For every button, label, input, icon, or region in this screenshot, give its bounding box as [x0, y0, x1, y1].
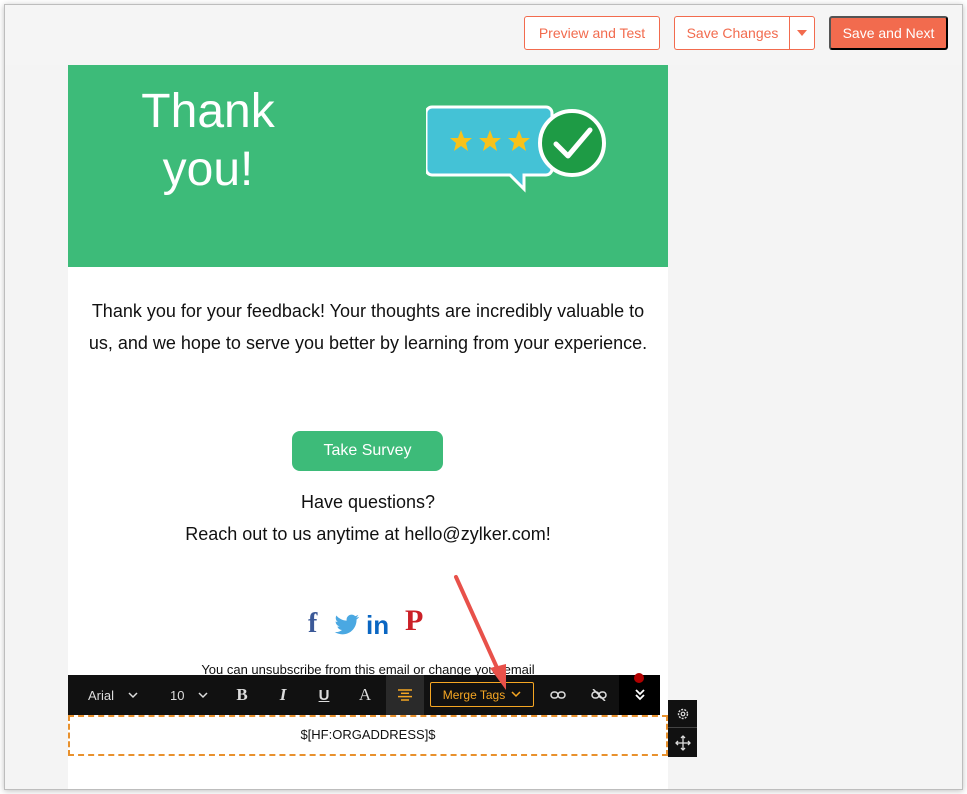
block-side-tools: [668, 700, 697, 757]
italic-button[interactable]: I: [269, 675, 297, 715]
selected-footer-block[interactable]: $[HF:ORGADDRESS]$: [68, 715, 668, 756]
facebook-icon[interactable]: f: [308, 608, 317, 640]
link-icon: [550, 691, 566, 699]
feedback-message[interactable]: Thank you for your feedback! Your though…: [88, 295, 648, 359]
align-center-icon: [398, 689, 412, 701]
take-survey-button[interactable]: Take Survey: [292, 431, 443, 471]
notification-dot: [634, 673, 644, 683]
hero-title: Thank you!: [141, 85, 275, 196]
social-links: f in P: [302, 604, 432, 641]
font-size-select[interactable]: 10: [170, 675, 208, 715]
font-family-select[interactable]: Arial: [88, 675, 138, 715]
save-options-dropdown[interactable]: [789, 16, 815, 50]
pinterest-icon[interactable]: P: [405, 604, 423, 638]
font-value: Arial: [88, 687, 115, 703]
chevron-down-icon: [128, 691, 138, 698]
text-color-button[interactable]: A: [351, 675, 379, 715]
insert-link-button[interactable]: [544, 675, 572, 715]
merge-tags-label: Merge Tags: [442, 687, 506, 702]
bold-button[interactable]: B: [228, 675, 256, 715]
caret-down-icon: [797, 30, 807, 36]
underline-button[interactable]: U: [310, 675, 338, 715]
font-size-value: 10: [170, 687, 185, 703]
text-format-toolbar: Arial 10 B I U A Merge Tags: [68, 673, 660, 715]
save-and-next-button[interactable]: Save and Next: [829, 16, 948, 50]
editor-window: Preview and Test Save Changes Save and N…: [4, 4, 963, 790]
merge-tags-dropdown[interactable]: Merge Tags: [430, 682, 534, 707]
block-move-button[interactable]: [668, 729, 697, 757]
rating-feedback-icon: [426, 105, 606, 193]
linkedin-icon[interactable]: in: [366, 610, 389, 641]
twitter-icon[interactable]: [334, 614, 360, 636]
save-changes-button[interactable]: Save Changes: [674, 16, 790, 50]
move-icon: [674, 735, 691, 751]
hero-banner[interactable]: Thank you!: [68, 65, 668, 267]
unlink-icon: [591, 689, 607, 701]
contact-line: Reach out to us anytime at hello@zylker.…: [185, 524, 551, 544]
remove-link-button[interactable]: [585, 675, 613, 715]
preview-and-test-button[interactable]: Preview and Test: [524, 16, 660, 50]
align-center-button[interactable]: [386, 675, 424, 715]
chevron-down-icon: [198, 691, 208, 698]
chevron-down-icon: [511, 691, 521, 698]
gear-icon: [677, 708, 688, 719]
questions-heading: Have questions?: [300, 492, 436, 512]
block-settings-button[interactable]: [668, 700, 697, 728]
contact-text[interactable]: Have questions? Reach out to us anytime …: [88, 486, 648, 550]
top-action-bar: Preview and Test Save Changes Save and N…: [5, 5, 962, 65]
org-address-merge-tag[interactable]: $[HF:ORGADDRESS]$: [70, 727, 666, 742]
double-chevron-icon: [634, 689, 645, 701]
